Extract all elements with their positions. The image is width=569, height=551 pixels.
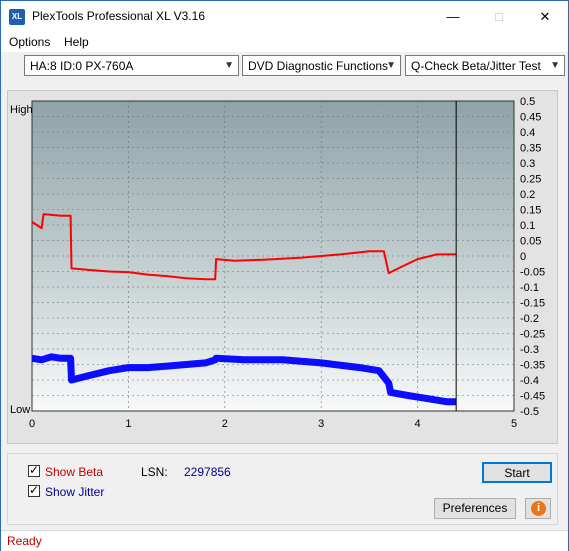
x-tick-labels: 0 1 2 3 4 5 [29, 418, 517, 430]
drive-select-value: HA:8 ID:0 PX-760A [30, 59, 134, 73]
right-tick-label: 0.1 [520, 220, 535, 232]
control-panel: Show Beta Show Jitter LSN: 2297856 Start… [7, 453, 558, 525]
right-tick-label: -0.2 [520, 313, 539, 325]
right-tick-label: 0.05 [520, 236, 541, 248]
y-high-label: High [10, 104, 33, 116]
y-low-label: Low [10, 404, 30, 416]
title-bar: XL PlexTools Professional XL V3.16 — □ ✕ [1, 1, 568, 32]
chevron-down-icon: ▼ [386, 60, 396, 71]
right-tick-labels: 0.5 0.45 0.4 0.35 0.3 0.25 0.2 0.15 0.1 0.05 0 -0.0… [520, 96, 545, 418]
status-bar: Ready [1, 530, 568, 551]
close-button[interactable]: ✕ [522, 1, 568, 32]
right-tick-label: 0 [520, 251, 526, 263]
chevron-down-icon: ▼ [550, 60, 560, 71]
right-tick-label: 0.2 [520, 189, 535, 201]
show-jitter-checkbox[interactable] [28, 483, 40, 497]
right-tick-label: 0.25 [520, 174, 541, 186]
info-icon: i [531, 501, 546, 516]
right-tick-label: -0.1 [520, 282, 539, 294]
x-tick-label: 4 [415, 418, 421, 430]
lsn-value: 2297856 [184, 465, 231, 479]
chevron-down-icon: ▼ [224, 60, 234, 71]
right-tick-label: -0.05 [520, 267, 545, 279]
x-tick-label: 5 [511, 418, 517, 430]
show-jitter-label[interactable]: Show Jitter [45, 485, 104, 499]
right-tick-label: 0.4 [520, 127, 535, 139]
right-tick-label: -0.15 [520, 298, 545, 310]
maximize-button: □ [495, 9, 503, 24]
minimize-button[interactable]: — [430, 1, 476, 32]
menu-options[interactable]: Options [9, 35, 50, 49]
test-select-value: Q-Check Beta/Jitter Test [411, 59, 541, 73]
lsn-label: LSN: [141, 465, 168, 479]
right-tick-label: -0.5 [520, 406, 539, 418]
beta-jitter-chart: High Low 0 1 2 3 4 5 0.5 0.45 0.4 0.35 0.3 0.25 0.2… [10, 96, 545, 430]
app-window: XL PlexTools Professional XL V3.16 — □ ✕… [0, 0, 569, 551]
right-tick-label: 0.3 [520, 158, 535, 170]
info-button[interactable]: i [525, 498, 551, 519]
status-text: Ready [7, 534, 42, 548]
drive-select[interactable]: HA:8 ID:0 PX-760A ▼ [24, 55, 239, 76]
category-select-value: DVD Diagnostic Functions [248, 59, 389, 73]
app-logo-icon: XL [9, 9, 25, 25]
show-beta-label[interactable]: Show Beta [45, 465, 103, 479]
right-tick-label: -0.3 [520, 344, 539, 356]
right-tick-label: 0.35 [520, 143, 541, 155]
show-beta-checkbox[interactable] [28, 463, 40, 477]
menu-bar: Options Help [1, 32, 568, 52]
preferences-button[interactable]: Preferences [434, 498, 516, 519]
menu-help[interactable]: Help [64, 35, 89, 49]
x-tick-label: 3 [318, 418, 324, 430]
x-tick-label: 0 [29, 418, 35, 430]
window-title: PlexTools Professional XL V3.16 [32, 9, 205, 23]
right-tick-label: 0.5 [520, 96, 535, 108]
start-button[interactable]: Start [482, 462, 552, 483]
right-tick-label: -0.45 [520, 391, 545, 403]
right-tick-label: 0.15 [520, 205, 541, 217]
category-select[interactable]: DVD Diagnostic Functions ▼ [242, 55, 401, 76]
right-tick-label: -0.25 [520, 329, 545, 341]
x-tick-label: 1 [125, 418, 131, 430]
x-tick-label: 2 [222, 418, 228, 430]
right-tick-label: 0.45 [520, 112, 541, 124]
right-tick-label: -0.4 [520, 375, 539, 387]
chart-area: High Low 0 1 2 3 4 5 0.5 0.45 0.4 0.35 0.3 0.25 0.2… [7, 90, 558, 444]
test-select[interactable]: Q-Check Beta/Jitter Test ▼ [405, 55, 565, 76]
right-tick-label: -0.35 [520, 360, 545, 372]
